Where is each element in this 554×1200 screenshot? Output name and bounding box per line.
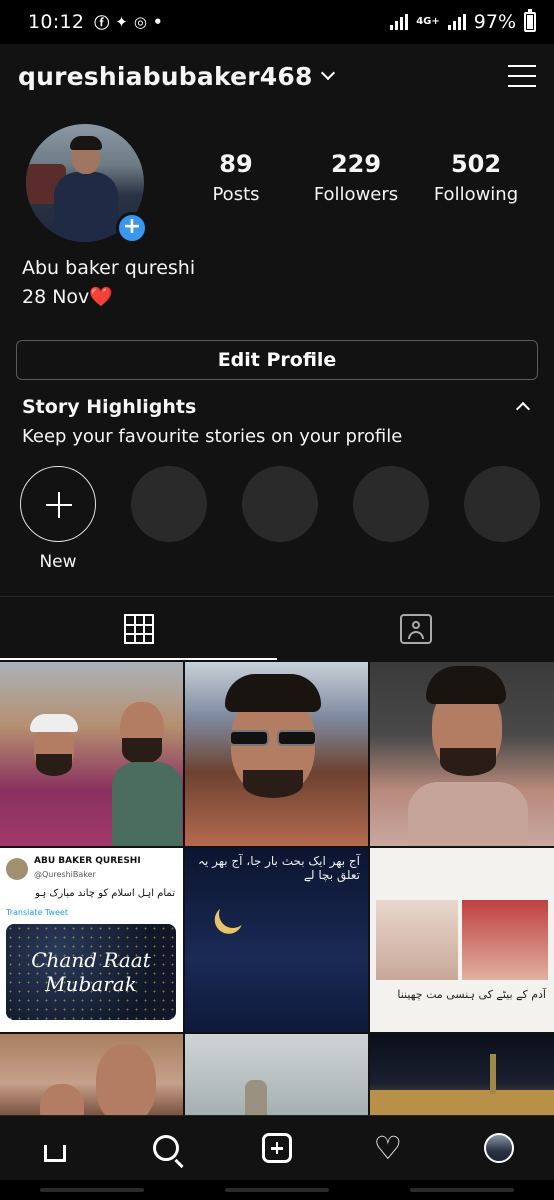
crescent-moon	[215, 896, 251, 932]
post-urdu-text: آدم کے بیٹے کی ہنسی مت چھیننا	[397, 988, 546, 1001]
status-bar: 10:12 ⓕ ✦ ◎ • 4G+ 97%	[0, 0, 554, 44]
tweet-author: ABU BAKER QURESHI	[34, 856, 141, 866]
highlights-row: New	[20, 466, 554, 576]
stat-value: 229	[330, 150, 382, 178]
menu-icon[interactable]	[508, 65, 536, 87]
grid-icon	[123, 613, 154, 644]
battery-percent: 97%	[473, 11, 516, 33]
tweet-card-text: Chand Raat Mubarak	[31, 948, 151, 996]
post-urdu-text: آج بھر ایک بحث بار جا، آج بھر یہ تعلق بچ…	[197, 854, 360, 882]
gesture-back[interactable]	[409, 1188, 514, 1192]
search-icon	[153, 1135, 180, 1161]
display-name: Abu baker qureshi	[22, 257, 196, 279]
profile-stats: 89 Posts 229 Followers 502 Following	[176, 150, 536, 205]
stat-posts[interactable]: 89 Posts	[176, 150, 296, 205]
new-highlight-plus-icon[interactable]	[20, 466, 96, 542]
profile-bio: Abu baker qureshi 28 Nov❤️	[22, 254, 195, 312]
notification-icons: ⓕ ✦ ◎ •	[94, 12, 162, 33]
stat-value: 502	[450, 150, 502, 178]
stat-label: Posts	[212, 184, 260, 205]
stat-value: 89	[219, 150, 253, 178]
signal-icon	[390, 14, 409, 30]
chevron-down-icon[interactable]	[320, 65, 335, 81]
post-thumbnail[interactable]	[0, 662, 183, 846]
network-type: 4G+	[416, 16, 440, 27]
gesture-home[interactable]	[224, 1188, 329, 1192]
instagram-profile-screen: 10:12 ⓕ ✦ ◎ • 4G+ 97% qureshiabubaker468	[0, 0, 554, 1200]
new-highlight-label: New	[39, 552, 77, 572]
create-post-icon	[261, 1133, 292, 1163]
profile-avatar-icon	[483, 1133, 514, 1163]
tweet-translate-link: Translate Tweet	[6, 908, 68, 917]
highlight-placeholder	[353, 466, 429, 542]
battery-icon	[524, 9, 536, 32]
post-thumbnail[interactable]	[370, 662, 554, 846]
highlights-title: Story Highlights	[22, 396, 197, 418]
post-thumbnail[interactable]	[370, 1034, 554, 1116]
highlight-placeholder	[242, 466, 318, 542]
messenger-icon: ◎	[133, 13, 147, 31]
tagged-person-icon	[399, 613, 432, 644]
chevron-up-icon[interactable]	[515, 401, 531, 417]
post-thumbnail[interactable]: آج بھر ایک بحث بار جا، آج بھر یہ تعلق بچ…	[185, 848, 368, 1032]
home-icon	[40, 1133, 70, 1163]
profile-header: qureshiabubaker468	[0, 50, 554, 102]
highlights-subtitle: Keep your favourite stories on your prof…	[22, 426, 403, 447]
add-story-plus-icon[interactable]: +	[116, 212, 148, 244]
signal-icon-2	[447, 14, 466, 30]
nav-home[interactable]	[25, 1118, 85, 1178]
nav-activity[interactable]: ♡	[358, 1118, 418, 1178]
bio-line: 28 Nov❤️	[22, 286, 113, 308]
more-notifications-icon: •	[152, 13, 163, 31]
gesture-recent[interactable]	[40, 1188, 145, 1192]
tweet-text: تمام اہل اسلام کو چاند مبارک ہو	[35, 888, 175, 899]
account-switcher-username[interactable]: qureshiabubaker468	[18, 62, 313, 91]
post-thumbnail[interactable]	[185, 1034, 368, 1116]
facebook-icon: ⓕ	[94, 13, 110, 32]
post-thumbnail[interactable]	[185, 662, 368, 846]
system-gesture-bar	[0, 1180, 554, 1200]
nav-search[interactable]	[136, 1118, 196, 1178]
tweet-avatar	[6, 858, 28, 880]
nav-profile[interactable]	[469, 1118, 529, 1178]
heart-icon: ♡	[373, 1129, 403, 1167]
tweet-image-card: Chand Raat Mubarak	[6, 924, 176, 1020]
nav-create[interactable]	[247, 1118, 307, 1178]
post-thumbnail[interactable]	[0, 1034, 183, 1116]
stat-following[interactable]: 502 Following	[416, 150, 536, 205]
post-thumbnail-tweet[interactable]: ABU BAKER QURESHI @QureshiBaker تمام اہل…	[0, 848, 183, 1032]
profile-avatar[interactable]: +	[26, 124, 148, 244]
highlight-placeholder	[464, 466, 540, 542]
stat-label: Followers	[313, 184, 399, 205]
tab-tagged[interactable]	[277, 597, 554, 660]
tab-posts-grid[interactable]	[0, 597, 277, 660]
post-thumbnail[interactable]: آدم کے بیٹے کی ہنسی مت چھیننا	[370, 848, 554, 1032]
tweet-handle: @QureshiBaker	[34, 870, 96, 879]
highlight-placeholder	[131, 466, 207, 542]
status-time: 10:12	[28, 11, 85, 33]
twitter-icon: ✦	[115, 13, 128, 31]
bottom-navigation: ♡	[0, 1115, 554, 1180]
profile-tabs	[0, 597, 554, 660]
edit-profile-button[interactable]: Edit Profile	[16, 340, 538, 380]
stat-label: Following	[433, 184, 519, 205]
stat-followers[interactable]: 229 Followers	[296, 150, 416, 205]
status-indicators: 4G+ 97%	[390, 9, 536, 33]
posts-grid: ABU BAKER QURESHI @QureshiBaker تمام اہل…	[0, 662, 554, 1116]
